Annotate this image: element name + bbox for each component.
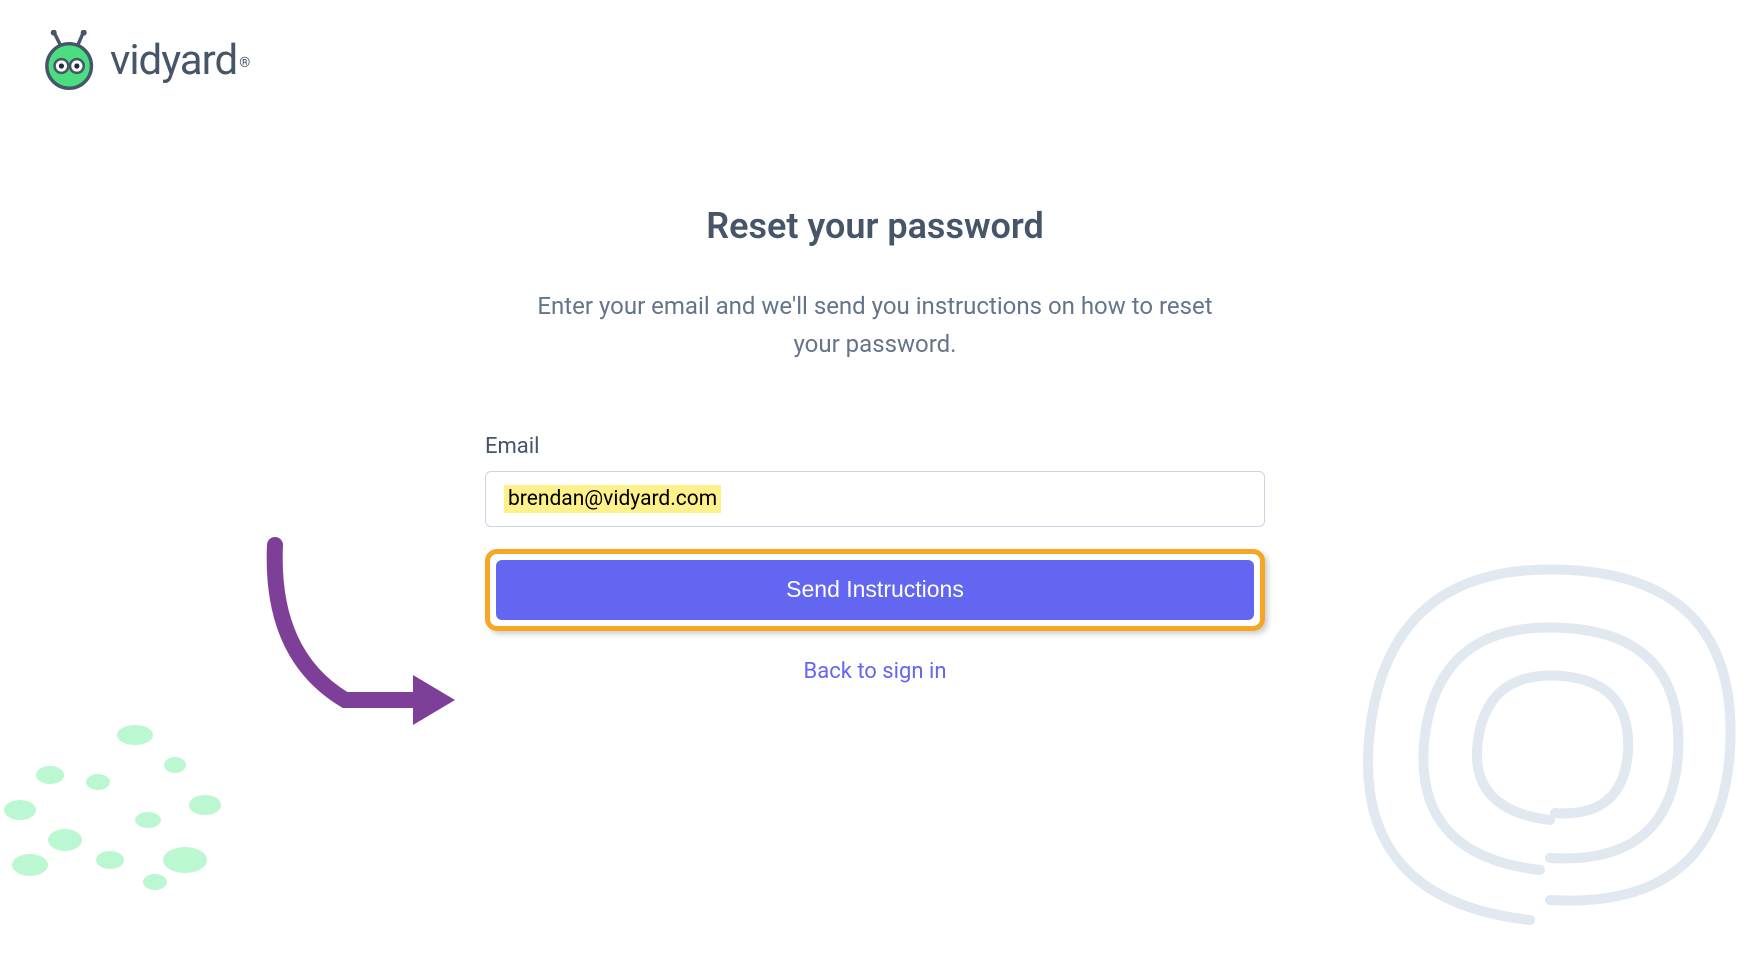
vidyard-logo-icon (40, 30, 100, 90)
email-field[interactable]: brendan@vidyard.com (485, 471, 1265, 527)
send-instructions-button[interactable]: Send Instructions (496, 560, 1254, 620)
brand-name: vidyard® (110, 36, 250, 85)
page-title: Reset your password (485, 205, 1265, 247)
instructions-text: Enter your email and we'll send you inst… (485, 287, 1265, 364)
decorative-swirl-icon (1230, 470, 1750, 970)
arrow-annotation-icon (255, 535, 475, 735)
email-value: brendan@vidyard.com (504, 485, 721, 513)
decorative-blobs-icon (0, 710, 280, 890)
email-label: Email (485, 434, 1265, 459)
button-highlight-annotation: Send Instructions (485, 549, 1265, 631)
brand-logo: vidyard® (40, 30, 250, 90)
reset-password-panel: Reset your password Enter your email and… (485, 205, 1265, 684)
reset-form: Email brendan@vidyard.com Send Instructi… (485, 434, 1265, 684)
back-to-sign-in-link[interactable]: Back to sign in (485, 659, 1265, 684)
